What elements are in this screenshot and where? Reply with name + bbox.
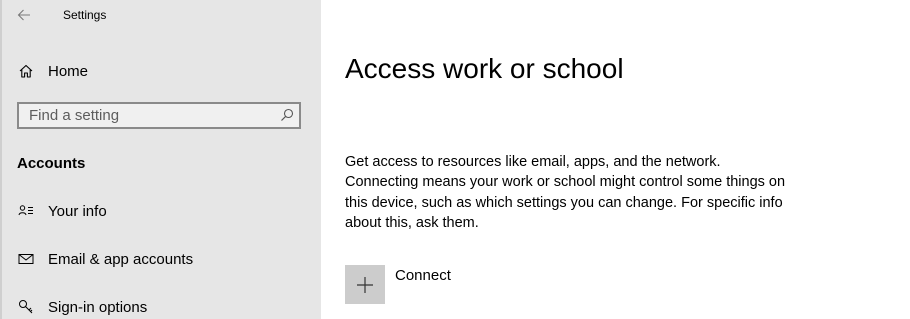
section-heading: Accounts (17, 155, 86, 172)
nav-item-home[interactable]: Home (0, 51, 321, 91)
page-title: Access work or school (345, 53, 624, 84)
nav-item-label: Home (48, 62, 89, 80)
mail-icon (17, 250, 35, 268)
nav-item-sign-in-options[interactable]: Sign-in options (0, 287, 321, 319)
plus-icon (357, 276, 373, 293)
search-box[interactable] (17, 102, 301, 129)
page-description: Get access to resources like email, apps… (345, 154, 786, 231)
connect-button[interactable] (345, 265, 385, 304)
nav-item-email-app-accounts[interactable]: Email & app accounts (0, 239, 321, 279)
nav-item-label: Your info (48, 202, 107, 220)
nav-item-label: Sign-in options (48, 298, 148, 316)
connect-label[interactable]: Connect (395, 267, 451, 284)
search-input[interactable] (19, 104, 279, 127)
app-title: Settings (63, 8, 107, 22)
content-pane: Access work or school Get access to reso… (321, 0, 910, 319)
navigation-pane: Settings Home Accounts Your info (0, 0, 321, 319)
back-button[interactable] (9, 2, 39, 28)
back-arrow-icon (17, 9, 30, 21)
key-icon (17, 298, 35, 316)
search-icon[interactable] (280, 108, 294, 122)
nav-item-your-info[interactable]: Your info (0, 191, 321, 231)
contact-card-icon (17, 202, 35, 220)
home-icon (17, 62, 35, 80)
nav-item-label: Email & app accounts (48, 250, 194, 268)
